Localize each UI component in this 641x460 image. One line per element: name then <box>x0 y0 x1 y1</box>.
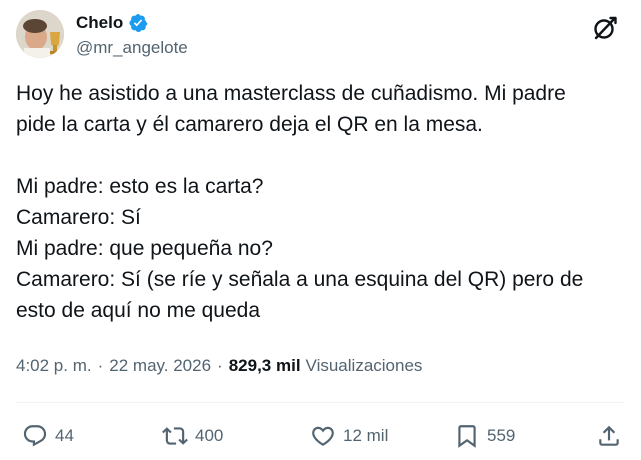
tweet-time[interactable]: 4:02 p. m. <box>16 356 92 376</box>
tweet-line: pide la carta y él camarero deja el QR e… <box>16 113 483 136</box>
tweet-line: Camarero: Sí (se ríe y señala a una esqu… <box>16 268 584 291</box>
share-button[interactable] <box>596 416 622 456</box>
repost-icon <box>162 423 188 449</box>
tweet-line: Mi padre: esto es la carta? <box>16 175 264 198</box>
reply-count: 44 <box>55 426 74 445</box>
avatar-image <box>16 10 64 58</box>
divider <box>16 402 625 403</box>
like-button[interactable]: 12 mil <box>310 416 388 456</box>
reply-button[interactable]: 44 <box>22 416 74 456</box>
tweet-text: Hoy he asistido a una masterclass de cuñ… <box>16 78 625 326</box>
heart-icon <box>310 423 336 449</box>
bookmark-count: 559 <box>487 426 516 445</box>
bookmark-button[interactable]: 559 <box>454 416 515 456</box>
meta-separator: · <box>97 356 104 375</box>
tweet-header: Chelo @mr_angelote <box>16 10 625 62</box>
tweet-line: Mi padre: que pequeña no? <box>16 237 273 260</box>
avatar[interactable] <box>16 10 64 58</box>
grok-icon[interactable] <box>591 14 619 42</box>
action-bar: 44 400 12 mil 559 <box>16 416 625 456</box>
tweet-date[interactable]: 22 may. 2026 <box>109 356 211 376</box>
reply-icon <box>22 423 48 449</box>
tweet-meta: 4:02 p. m. · 22 may. 2026 · 829,3 mil Vi… <box>16 354 422 378</box>
bookmark-icon <box>454 423 480 449</box>
share-icon <box>596 423 622 449</box>
like-count: 12 mil <box>343 426 389 445</box>
tweet-line: Camarero: Sí <box>16 206 141 229</box>
views-count[interactable]: 829,3 mil <box>229 356 301 376</box>
author-block: Chelo @mr_angelote <box>76 12 188 58</box>
verified-badge-icon <box>128 13 148 33</box>
tweet-line: Hoy he asistido a una masterclass de cuñ… <box>16 82 566 105</box>
tweet-line: esto de aquí no me queda <box>16 299 261 322</box>
author-handle[interactable]: @mr_angelote <box>76 38 188 58</box>
display-name[interactable]: Chelo <box>76 13 123 33</box>
meta-separator: · <box>217 356 223 375</box>
repost-count: 400 <box>195 426 224 445</box>
views-label: Visualizaciones <box>305 356 423 375</box>
repost-button[interactable]: 400 <box>162 416 223 456</box>
